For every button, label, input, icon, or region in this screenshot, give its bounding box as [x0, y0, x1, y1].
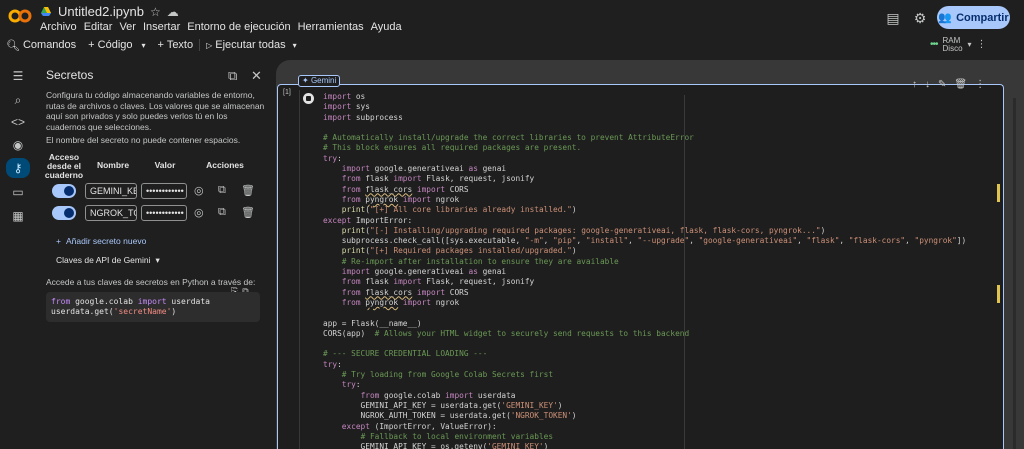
chevron-down-icon[interactable]: ▾ — [968, 41, 972, 49]
scroll-marker — [997, 285, 1000, 303]
add-secret-button[interactable]: + Añadir secreto nuevo — [56, 236, 146, 246]
access-note: Accede a tus claves de secretos en Pytho… — [46, 277, 256, 287]
run-cell-button[interactable] — [303, 93, 314, 104]
chevron-down-icon[interactable]: ▾ — [293, 41, 297, 50]
toc-icon[interactable]: ☰ — [9, 68, 27, 84]
find-icon[interactable]: ⌕ — [9, 92, 27, 108]
more-vert-icon[interactable]: ⋮ — [975, 79, 985, 90]
column-value: Valor — [154, 160, 176, 170]
plus-icon: + — [56, 236, 61, 246]
menu-bar: Archivo Editar Ver Insertar Entorno de e… — [40, 21, 402, 33]
left-rail: ☰ ⌕ <> ◉ ⚷ ▭ ▦ — [0, 60, 36, 449]
copy-icon[interactable]: ⧉ — [218, 206, 226, 219]
secret-name-field[interactable]: NGROK_TO — [85, 205, 137, 221]
close-icon[interactable]: ✕ — [251, 68, 262, 84]
play-icon: ▷ — [206, 40, 213, 50]
notebook-toolbar: 🔍︎ Comandos + Código ▾ + Texto ▷ Ejecuta… — [0, 36, 1024, 54]
vertical-scrollbar[interactable] — [1013, 98, 1016, 449]
access-toggle[interactable] — [52, 184, 76, 198]
edit-pencil-icon[interactable]: ✎ — [938, 79, 946, 90]
notebook-title[interactable]: Untitled2.ipynb — [58, 4, 144, 19]
people-icon: 👥 — [938, 12, 953, 24]
top-bar: Untitled2.ipynb ☆ ☁ Archivo Editar Ver I… — [0, 0, 1024, 36]
variables-icon[interactable]: ◉ — [9, 137, 27, 153]
chevron-down-icon: ▾ — [155, 255, 160, 265]
open-in-tab-icon[interactable]: ⧉ — [228, 68, 237, 84]
star-icon[interactable]: ☆ — [150, 5, 161, 19]
access-toggle[interactable] — [52, 206, 76, 220]
chevron-down-icon[interactable]: ▾ — [142, 41, 146, 50]
connected-icon: ••• — [930, 39, 938, 50]
secret-name-note: El nombre del secreto no puede contener … — [46, 135, 241, 145]
commands-button[interactable]: 🔍︎ Comandos — [0, 36, 82, 54]
cell-toolbar: ↑ ↓ ✎ 🗑︎ ⋮ — [912, 79, 985, 90]
colab-logo[interactable] — [8, 8, 32, 24]
secret-name-field[interactable]: GEMINI_KE — [85, 183, 137, 199]
secret-value-field[interactable]: •••••••••••• — [141, 205, 187, 221]
show-value-eye-icon[interactable]: ◎ — [194, 184, 204, 197]
menu-archivo[interactable]: Archivo — [40, 21, 77, 33]
code-snippet[interactable]: from google.colab import userdata userda… — [46, 292, 260, 322]
menu-ayuda[interactable]: Ayuda — [371, 21, 402, 33]
column-name: Nombre — [96, 160, 130, 170]
move-up-icon[interactable]: ↑ — [912, 79, 917, 90]
code-snippets-icon[interactable]: <> — [9, 114, 27, 130]
menu-editar[interactable]: Editar — [84, 21, 113, 33]
search-icon: 🔍︎ — [6, 39, 20, 52]
sparkle-icon: ✦ — [302, 76, 309, 85]
delete-trash-icon[interactable]: 🗑︎ — [241, 184, 255, 197]
add-code-button[interactable]: + Código ▾ — [82, 36, 151, 54]
column-access: Acceso desde el cuaderno — [44, 152, 84, 180]
cloud-icon: ☁ — [166, 4, 179, 19]
secret-value-field[interactable]: •••••••••••• — [141, 183, 187, 199]
settings-gear-icon[interactable]: ⚙ — [912, 10, 928, 26]
menu-ver[interactable]: Ver — [119, 21, 136, 33]
execution-count: [1] — [283, 89, 291, 96]
code-content[interactable]: import os import sys import subprocess #… — [323, 92, 966, 449]
comments-icon[interactable]: ▤ — [885, 10, 901, 26]
secrets-key-icon[interactable]: ⚷ — [6, 158, 30, 178]
files-folder-icon[interactable]: ▭ — [9, 184, 27, 200]
secrets-panel: Secretos ⧉ ✕ Configura tu código almacen… — [36, 60, 272, 449]
move-down-icon[interactable]: ↓ — [925, 79, 930, 90]
share-button[interactable]: 👥 Compartir — [937, 6, 1010, 29]
data-table-icon[interactable]: ▦ — [9, 208, 27, 224]
gemini-keys-dropdown[interactable]: Claves de API de Gemini ▾ — [56, 255, 160, 266]
panel-title: Secretos — [46, 68, 94, 82]
resource-indicator[interactable]: ••• RAM Disco ▾ ⋮ — [930, 37, 987, 53]
more-vert-icon[interactable]: ⋮ — [977, 40, 987, 50]
drive-icon[interactable] — [40, 6, 52, 18]
add-text-button[interactable]: + Texto — [152, 36, 200, 54]
copy-icon[interactable]: ⧉ — [218, 184, 226, 197]
panel-description: Configura tu código almacenando variable… — [46, 90, 265, 132]
gemini-tag[interactable]: ✦ Gemini — [298, 75, 341, 87]
delete-trash-icon[interactable]: 🗑︎ — [241, 206, 255, 219]
run-all-button[interactable]: ▷ Ejecutar todas ▾ — [200, 36, 303, 54]
show-value-eye-icon[interactable]: ◎ — [194, 206, 204, 219]
scroll-marker — [997, 184, 1000, 202]
delete-trash-icon[interactable]: 🗑︎ — [954, 79, 967, 90]
column-actions: Acciones — [206, 160, 244, 170]
menu-entorno[interactable]: Entorno de ejecución — [187, 21, 290, 33]
menu-herramientas[interactable]: Herramientas — [298, 21, 364, 33]
disk-label: Disco — [942, 44, 963, 53]
menu-insertar[interactable]: Insertar — [143, 21, 180, 33]
